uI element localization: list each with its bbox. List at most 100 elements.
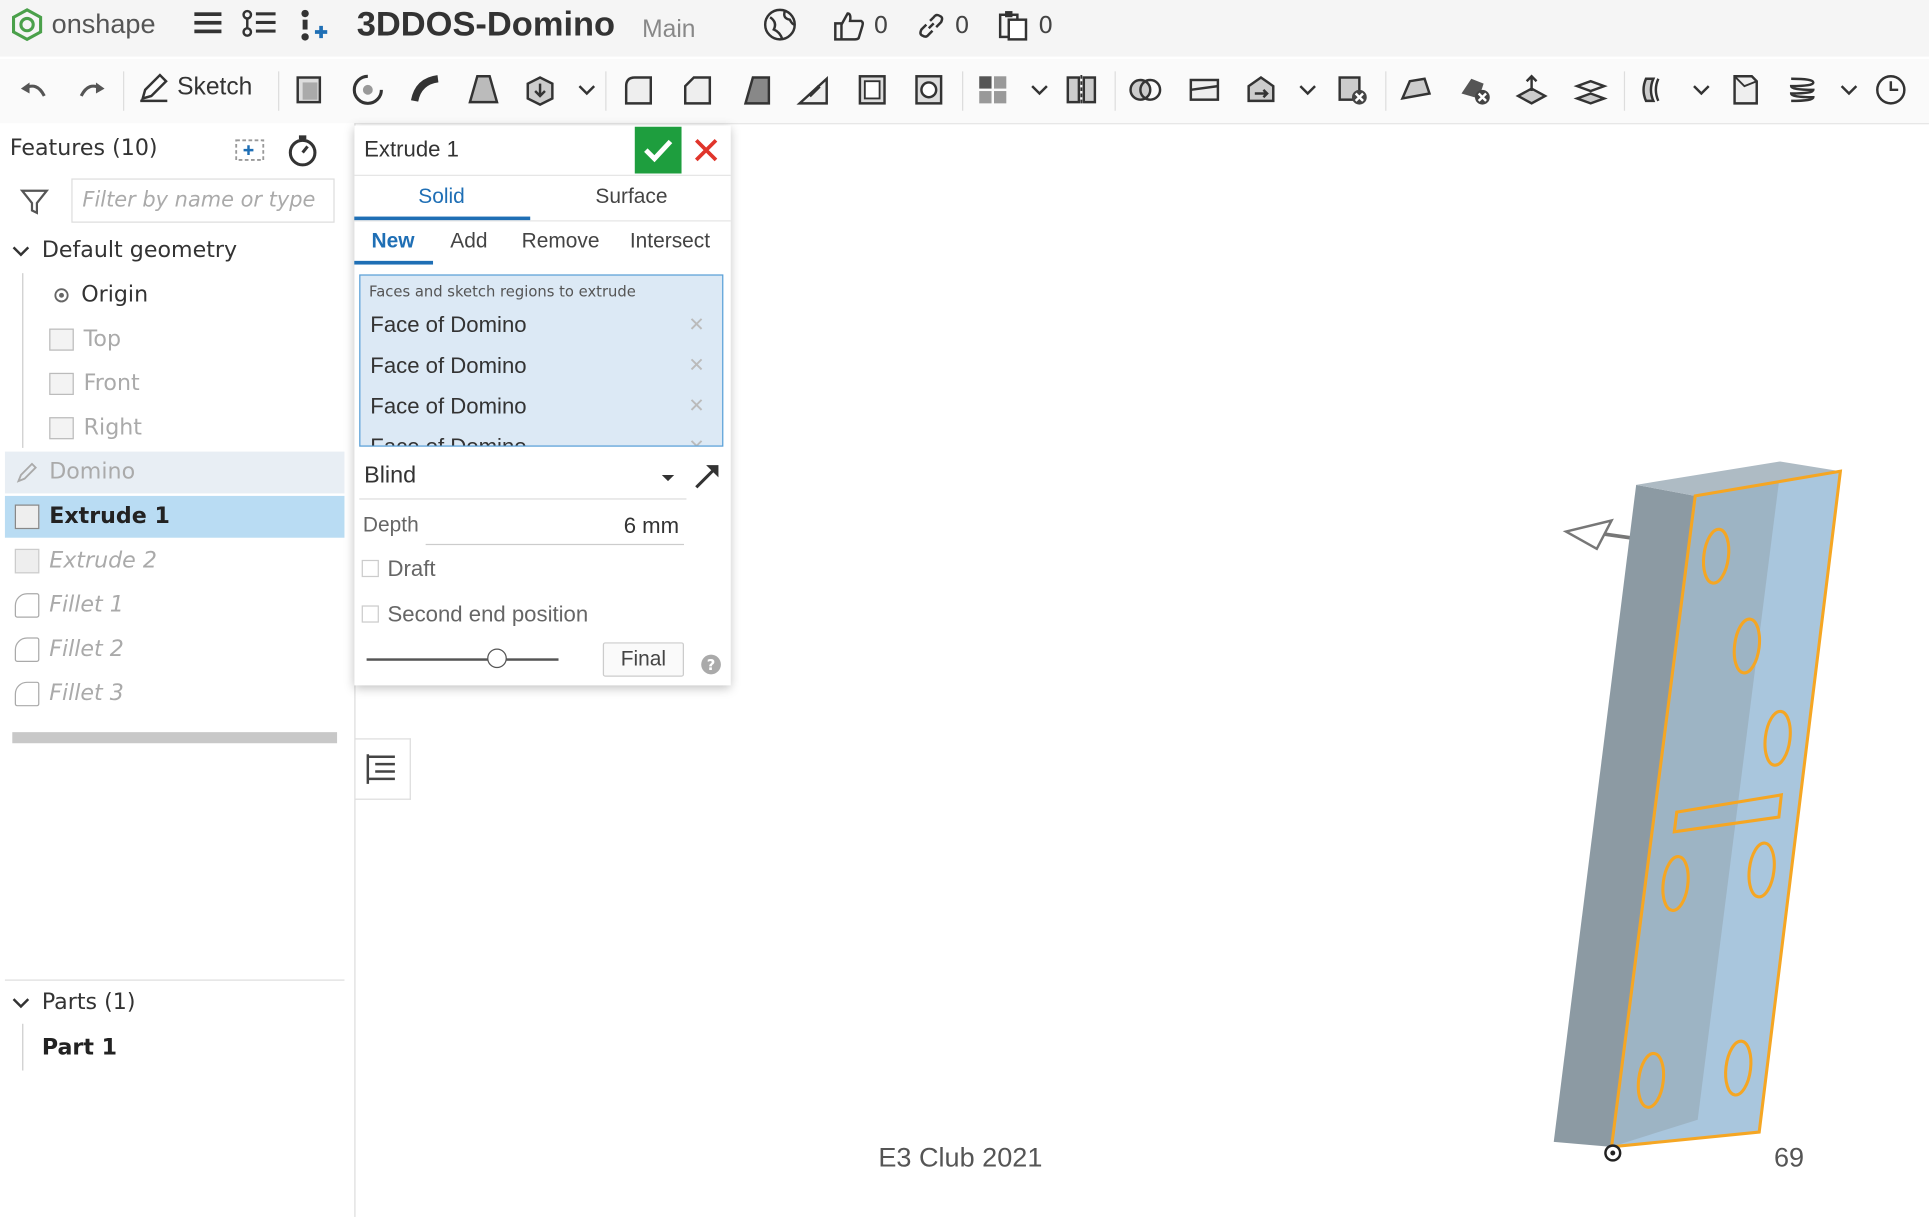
feature-list-icon[interactable] xyxy=(241,7,278,46)
delete-part-icon[interactable] xyxy=(1334,71,1371,108)
accept-button[interactable] xyxy=(634,126,682,174)
selection-item[interactable]: Face of Domino ✕ xyxy=(360,308,722,347)
extrude-icon xyxy=(14,548,40,573)
onshape-logo[interactable]: onshape xyxy=(10,7,156,42)
tree-item-fillet-1[interactable]: Fillet 1 xyxy=(14,592,124,618)
tab-surface[interactable]: Surface xyxy=(595,185,667,210)
tree-item-fillet-3[interactable]: Fillet 3 xyxy=(14,680,124,707)
tree-item-origin[interactable]: Origin xyxy=(52,282,148,308)
tab-solid[interactable]: Solid xyxy=(418,185,465,210)
extrude-tool-icon[interactable] xyxy=(290,71,327,108)
tree-item-extrude-1[interactable]: Extrude 1 xyxy=(14,503,170,530)
selection-item[interactable]: Face of Domino ✕ xyxy=(360,389,722,428)
remove-icon[interactable]: ✕ xyxy=(688,353,704,378)
helix-tool-icon[interactable] xyxy=(1784,71,1821,108)
tree-item-right-plane[interactable]: Right xyxy=(49,415,142,441)
flip-direction-icon[interactable] xyxy=(691,460,723,497)
remove-icon[interactable]: ✕ xyxy=(688,394,704,419)
redo-icon[interactable] xyxy=(74,71,111,108)
dropdown-caret-icon[interactable] xyxy=(659,468,676,491)
default-geometry-group[interactable]: Default geometry xyxy=(10,237,237,263)
tree-item-label: Fillet 3 xyxy=(49,680,124,707)
selection-box[interactable]: Faces and sketch regions to extrude Face… xyxy=(359,274,724,447)
feature-toolbar: Sketch xyxy=(0,59,1929,125)
split-tool-icon[interactable] xyxy=(1186,71,1223,108)
chevron-down-icon[interactable] xyxy=(1831,71,1858,108)
rollback-bar[interactable] xyxy=(12,732,338,744)
like-counter[interactable]: 0 xyxy=(832,10,888,42)
thicken-tool-icon[interactable] xyxy=(522,71,559,108)
tab-intersect[interactable]: Intersect xyxy=(630,229,710,254)
tree-item-label: Extrude 1 xyxy=(49,503,170,530)
link-counter[interactable]: 0 xyxy=(915,10,970,42)
tree-item-top-plane[interactable]: Top xyxy=(49,326,121,352)
chevron-down-icon[interactable] xyxy=(1289,71,1316,108)
parts-group[interactable]: Parts (1) xyxy=(10,989,135,1015)
origin-icon xyxy=(54,287,69,302)
sketch-button[interactable]: Sketch xyxy=(138,71,252,103)
add-folder-icon[interactable] xyxy=(234,135,268,169)
mirror-tool-icon[interactable] xyxy=(1063,71,1100,108)
boolean-tool-icon[interactable] xyxy=(1127,71,1164,108)
transform-tool-icon[interactable] xyxy=(1243,71,1280,108)
history-clock-icon[interactable] xyxy=(1872,71,1909,108)
stopwatch-icon[interactable] xyxy=(285,133,319,172)
tree-item-domino-sketch[interactable]: Domino xyxy=(15,459,135,485)
branch-name[interactable]: Main xyxy=(642,16,695,44)
fillet-tool-icon[interactable] xyxy=(620,71,657,108)
replace-face-icon[interactable] xyxy=(1572,71,1609,108)
chevron-down-icon[interactable] xyxy=(1683,71,1710,108)
slider-handle[interactable] xyxy=(487,648,507,669)
shell-tool-icon[interactable] xyxy=(854,71,891,108)
chevron-down-icon[interactable] xyxy=(568,71,596,108)
draft-tool-icon[interactable] xyxy=(738,71,775,108)
delete-face-icon[interactable] xyxy=(1457,71,1494,108)
tree-item-extrude-2[interactable]: Extrude 2 xyxy=(14,548,157,573)
menu-icon[interactable] xyxy=(192,7,224,46)
remove-icon[interactable]: ✕ xyxy=(688,434,704,446)
sweep-tool-icon[interactable] xyxy=(408,71,445,108)
help-icon[interactable]: ? xyxy=(699,652,724,682)
tree-item-front-plane[interactable]: Front xyxy=(49,370,140,396)
thumbs-up-icon xyxy=(834,12,865,41)
selection-item[interactable]: Face of Domino ✕ xyxy=(360,348,722,387)
selection-item-label: Face of Domino xyxy=(370,434,527,447)
offset-surface-icon[interactable] xyxy=(1636,71,1673,108)
plane-icon xyxy=(49,416,74,439)
tab-add[interactable]: Add xyxy=(450,229,487,254)
divider xyxy=(354,220,731,222)
filter-icon[interactable] xyxy=(19,187,50,221)
chevron-down-icon[interactable] xyxy=(1021,71,1048,108)
selection-item[interactable]: Face of Domino ✕ xyxy=(360,429,722,447)
second-end-checkbox[interactable] xyxy=(361,605,379,623)
revolve-tool-icon[interactable] xyxy=(349,71,386,108)
undo-icon[interactable] xyxy=(15,71,52,108)
tab-new[interactable]: New xyxy=(372,229,415,254)
feature-filter-input[interactable]: Filter by name or type xyxy=(71,178,335,223)
copy-counter[interactable]: 0 xyxy=(996,10,1053,42)
tree-item-fillet-2[interactable]: Fillet 2 xyxy=(14,636,124,662)
pattern-tool-icon[interactable] xyxy=(974,71,1011,108)
tab-remove[interactable]: Remove xyxy=(522,229,600,254)
hole-tool-icon[interactable] xyxy=(910,71,947,108)
chamfer-tool-icon[interactable] xyxy=(679,71,716,108)
feature-dialog-toggle[interactable] xyxy=(355,738,411,800)
end-type-select[interactable]: Blind xyxy=(364,463,416,490)
modify-fillet-icon[interactable] xyxy=(1398,71,1435,108)
draft-checkbox[interactable] xyxy=(361,559,379,578)
tree-item-label: Origin xyxy=(81,281,149,308)
domino-3d-model[interactable] xyxy=(1538,443,1870,1181)
part-item[interactable]: Part 1 xyxy=(42,1035,117,1061)
move-face-icon[interactable] xyxy=(1513,71,1550,108)
remove-icon[interactable]: ✕ xyxy=(688,313,704,338)
loft-tool-icon[interactable] xyxy=(465,71,502,108)
depth-input[interactable]: 6 mm xyxy=(425,505,684,546)
final-button[interactable]: Final xyxy=(602,642,684,677)
cancel-button[interactable] xyxy=(689,133,723,172)
rib-tool-icon[interactable] xyxy=(795,71,832,108)
globe-icon[interactable] xyxy=(763,7,797,46)
rollback-slider-track[interactable] xyxy=(366,658,559,661)
insert-icon[interactable] xyxy=(295,7,332,49)
logo-text: onshape xyxy=(51,8,156,40)
plane-tool-icon[interactable] xyxy=(1727,71,1764,108)
